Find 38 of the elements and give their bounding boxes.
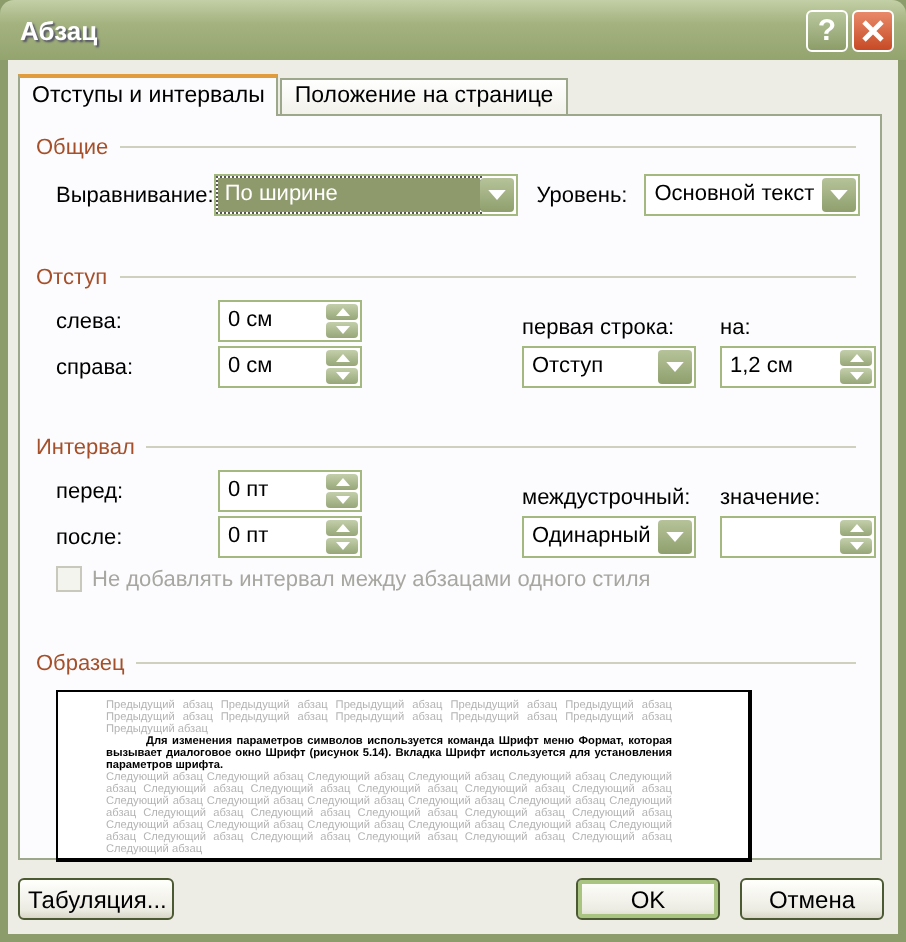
field-label: первая строка: [522,316,677,340]
field-label: справа: [56,355,136,379]
close-button[interactable] [852,9,894,51]
spin-arrows-icon[interactable] [840,350,872,384]
field-label: значение: [720,486,823,510]
section-heading: Интервал [36,435,135,459]
dialog-button[interactable]: Отмена [740,878,884,920]
dialog-button[interactable]: OK [576,878,720,920]
spin-field[interactable] [720,516,876,558]
spin-field[interactable]: 0 см [218,300,362,342]
spin-arrows-icon[interactable] [326,350,358,384]
checkbox-label: Не добавлять интервал между абзацами одного стиля [92,567,651,591]
dropdown[interactable]: Основной текст [644,174,861,216]
section-heading: Образец [36,651,125,675]
close-icon[interactable] [862,19,884,41]
spin-field[interactable]: 0 пт [218,470,362,512]
spin-field[interactable]: 0 пт [218,516,362,558]
field-label: слева: [56,309,124,333]
dropdown[interactable]: Отступ [522,346,696,388]
field-label: перед: [56,479,126,503]
field-label: на: [720,316,753,340]
spin-arrows-icon[interactable] [326,304,358,338]
field-label: междустрочный: [522,486,693,510]
dialog-button[interactable]: Табуляция... [18,878,174,920]
spin-arrows-icon[interactable] [326,520,358,554]
spin-arrows-icon[interactable] [840,520,872,554]
tab[interactable]: Отступы и интервалы [18,74,279,116]
tab[interactable]: Положение на странице [280,78,568,114]
section-heading: Общие [36,135,109,159]
spin-arrows-icon[interactable] [326,474,358,508]
field-label: после: [56,525,125,549]
spin-field[interactable]: 0 см [218,346,362,388]
field-label: Уровень: [536,183,630,207]
field-label: Выравнивание: [56,183,215,207]
spin-field[interactable]: 1,2 см [720,346,876,388]
window-title: Абзац [20,15,100,45]
dropdown[interactable]: Одинарный [522,516,696,558]
section-heading: Отступ [36,265,108,289]
